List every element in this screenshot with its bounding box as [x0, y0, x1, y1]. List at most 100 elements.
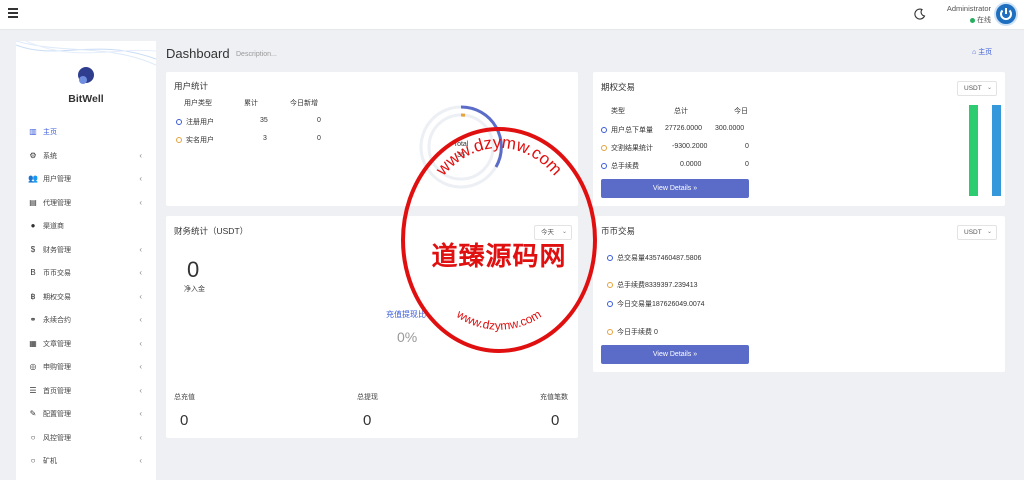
options-card: 期权交易 USDT ⌄ 类型 总计 今日 用户总下单量 27726.0000 30…	[593, 72, 1005, 206]
options-today: 0	[745, 143, 749, 150]
sidebar-item[interactable]: ▦ 文章管理 ‹	[16, 332, 156, 356]
legend-dot-icon	[601, 127, 607, 134]
chevron-left-icon: ‹	[139, 432, 142, 442]
spot-currency-select[interactable]: USDT ⌄	[957, 225, 997, 240]
options-total: -9300.2000	[672, 143, 708, 150]
moon-icon[interactable]	[914, 8, 926, 20]
hamburger-menu-icon[interactable]	[8, 8, 18, 18]
sidebar-item[interactable]: 👥 用户管理 ‹	[16, 167, 156, 191]
options-today: 300.0000	[715, 125, 745, 132]
id-card-icon: ▤	[29, 197, 37, 207]
spot-stat: 今日交易量187626049.0074	[617, 301, 705, 308]
chevron-left-icon: ‹	[139, 409, 142, 418]
total-withdraw-label: 总提现	[357, 394, 378, 401]
finance-card: 财务统计（USDT） 今天 ⌄ 0 净入金 充值提现比 0% 总充值 总提现 充值…	[166, 216, 578, 438]
sidebar-item[interactable]: ✎ 配置管理 ‹	[16, 402, 156, 426]
sidebar-item[interactable]: ▥ 主页	[16, 120, 156, 144]
sidebar-item-label: 配置管理	[43, 411, 71, 418]
user-total: 3	[263, 135, 267, 142]
sidebar-item[interactable]: ◎ 申购管理 ‹	[16, 355, 156, 379]
circle-icon: ○	[30, 432, 36, 442]
spot-stat: 总交易量4357460487.5806	[617, 255, 702, 262]
column-header: 累计	[244, 100, 258, 107]
sidebar-item[interactable]: B 币币交易 ‹	[16, 261, 156, 285]
sidebar-item[interactable]: $ 财务管理 ‹	[16, 238, 156, 262]
chevron-down-icon: ⌄	[986, 229, 992, 235]
sidebar-item[interactable]: ● 渠道商	[16, 214, 156, 238]
deposit-withdraw-ratio-label: 充值提现比	[386, 310, 426, 319]
sidebar-item-label: 主页	[43, 129, 57, 136]
bitwell-logo-icon	[78, 67, 94, 84]
finance-period-select[interactable]: 今天 ⌄	[534, 225, 572, 240]
donut-label: Total	[454, 141, 469, 148]
sidebar-item-label: 期权交易	[43, 293, 71, 301]
brand-name: BitWell	[68, 93, 104, 105]
support-icon: ◎	[29, 362, 37, 371]
user-circle-icon: ●	[30, 221, 36, 230]
legend-dot-icon	[607, 301, 613, 308]
user-info[interactable]: Administrator 在线	[936, 4, 991, 25]
gear-icon: ⚙	[29, 150, 37, 160]
sidebar-item[interactable]: ▤ 代理管理 ‹	[16, 191, 156, 215]
sidebar-item[interactable]: ○ 矿机 ‹	[16, 449, 156, 473]
options-currency-select[interactable]: USDT ⌄	[957, 81, 997, 96]
chevron-left-icon: ‹	[139, 338, 142, 348]
chevron-left-icon: ‹	[139, 362, 142, 371]
sidebar-item[interactable]: ฿ 期权交易 ‹	[16, 285, 156, 309]
breadcrumb-home-link[interactable]: ⌂ 主页	[972, 47, 992, 57]
online-dot-icon	[970, 17, 975, 23]
chevron-left-icon: ‹	[139, 150, 142, 160]
deposit-withdraw-ratio-value: 0%	[397, 329, 418, 345]
total-deposit-value: 0	[180, 412, 189, 429]
sidebar-item-label: 代理管理	[43, 199, 71, 207]
options-title: 期权交易	[601, 82, 636, 92]
user-stats-card: 用户统计 用户类型 累计 今日新增 注册用户 35 0 实名用户 3 0 Tot…	[166, 72, 578, 206]
options-chart-bar-blue	[992, 105, 1001, 196]
bitcoin-alt-icon: ฿	[30, 291, 36, 301]
sidebar-item[interactable]: ⚭ 永续合约 ‹	[16, 308, 156, 332]
column-header: 类型	[611, 108, 625, 115]
options-chart-bar-green	[969, 105, 978, 196]
sidebar-item-label: 永续合约	[43, 317, 71, 324]
legend-dot-icon	[607, 255, 613, 262]
total-withdraw-value: 0	[363, 412, 372, 429]
sidebar-item[interactable]: ☰ 首页管理 ‹	[16, 379, 156, 403]
home-icon: ⌂	[972, 49, 977, 56]
list-item: 今日交易量187626049.0074	[607, 299, 705, 309]
bar-chart-icon: ▥	[29, 127, 37, 136]
wrench-icon: ✎	[29, 409, 37, 418]
dollar-icon: $	[30, 244, 36, 254]
user-type: 实名用户	[186, 137, 214, 144]
spot-title: 币币交易	[601, 226, 636, 236]
column-header: 总计	[674, 108, 688, 115]
options-type: 总手续费	[611, 163, 639, 170]
user-today: 0	[317, 117, 321, 124]
sidebar-item[interactable]: ○ 风控管理 ‹	[16, 426, 156, 450]
power-avatar-icon[interactable]	[994, 2, 1018, 26]
spot-view-details-button[interactable]: View Details »	[601, 345, 749, 364]
legend-dot-icon	[176, 137, 182, 144]
spot-card: 币币交易 USDT ⌄ 总交易量4357460487.5806 总手续费83393…	[593, 216, 1005, 372]
user-donut-chart: Total 35	[419, 105, 503, 189]
list-item: 总交易量4357460487.5806	[607, 253, 701, 263]
users-icon: 👥	[28, 174, 38, 183]
chevron-left-icon: ‹	[139, 268, 142, 277]
user-type: 注册用户	[186, 119, 214, 126]
legend-dot-icon	[607, 329, 613, 336]
newspaper-icon: ▦	[29, 338, 37, 348]
chevron-down-icon: ⌄	[986, 85, 992, 91]
chevron-left-icon: ‹	[139, 385, 142, 395]
sidebar-item-label: 渠道商	[43, 223, 64, 230]
legend-dot-icon	[607, 282, 613, 289]
sidebar-item[interactable]: ⚙ 系统 ‹	[16, 144, 156, 168]
options-view-details-button[interactable]: View Details »	[601, 179, 749, 198]
options-table: 类型 总计 今日 用户总下单量 27726.0000 300.0000 交割结果…	[601, 106, 751, 170]
page-description: Description...	[236, 51, 277, 58]
sidebar-menu: ▥ 主页 ⚙ 系统 ‹ 👥 用户管理 ‹ ▤ 代理管理 ‹ ● 渠道商 $ 财务管理 ‹ B 币币交易 ‹ ฿ 期权交易…	[16, 120, 156, 473]
list-icon: ☰	[29, 385, 37, 395]
top-bar: Administrator 在线	[0, 0, 1024, 30]
chevron-down-icon: ⌄	[561, 229, 567, 235]
options-today: 0	[745, 161, 749, 168]
column-header: 用户类型	[184, 100, 212, 107]
list-item: 今日手续费 0	[607, 327, 658, 337]
